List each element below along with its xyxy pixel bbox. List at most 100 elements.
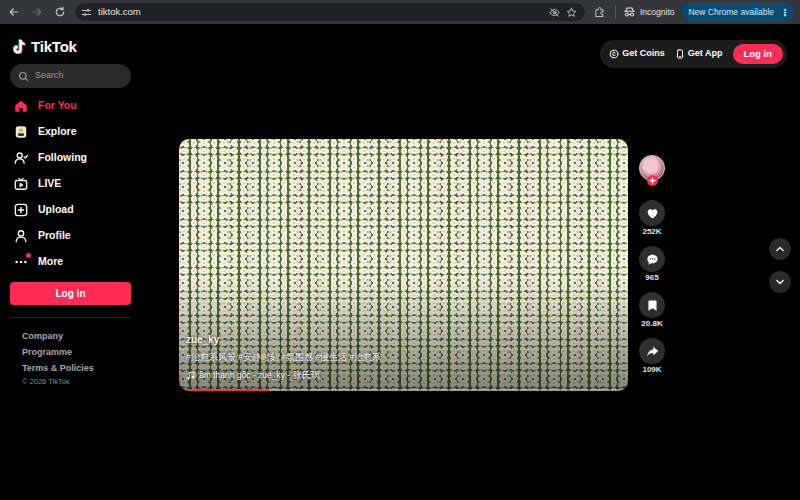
sidebar-item[interactable]: More: [10, 249, 131, 275]
author-avatar[interactable]: [639, 155, 665, 181]
get-app-label: Get App: [688, 47, 723, 61]
profile-icon: [14, 229, 28, 243]
sidebar-item[interactable]: LIVE: [10, 171, 131, 197]
video-stage: zue_ky #治愈系风景 #安静时刻 #氛围感 #慢生活 #治愈系 âm than…: [140, 139, 800, 391]
upload-icon: [14, 203, 28, 217]
sidebar-item-label: Explore: [38, 124, 77, 140]
sidebar-item-icon-holder: [14, 203, 28, 217]
footer-link[interactable]: Programme: [22, 344, 131, 360]
share-action: 109K: [639, 338, 665, 376]
progress-track[interactable]: [179, 389, 628, 391]
live-icon: [14, 177, 28, 191]
main-area: Get Coins Get App Log in zue_ky #治愈系风景 #安静时刻…: [140, 24, 800, 500]
like-button[interactable]: [639, 200, 665, 226]
like-icon: [646, 207, 659, 220]
video-info: zue_ky #治愈系风景 #安静时刻 #氛围感 #慢生活 #治愈系 âm than…: [186, 333, 568, 382]
share-icon: [646, 345, 659, 358]
action-count: 20.8K: [641, 318, 662, 330]
sidebar-item-label: More: [38, 254, 63, 270]
notification-dot: [26, 253, 31, 258]
chevron-up-icon: [775, 244, 785, 254]
browser-toolbar: tiktok.com Incognito New Chrome available ⋮: [0, 0, 800, 24]
star-icon[interactable]: [566, 7, 577, 18]
explore-icon: [14, 125, 28, 139]
coin-icon: [609, 49, 619, 59]
footer-link[interactable]: Terms & Policies: [22, 360, 131, 376]
header-actions: Get Coins Get App Log in: [600, 40, 787, 68]
search-box[interactable]: [10, 64, 131, 88]
chrome-menu-button[interactable]: ⋮: [780, 5, 790, 20]
video-actions: 252K 965 20.8K 109K: [637, 139, 667, 384]
sidebar-item[interactable]: Explore: [10, 119, 131, 145]
update-chrome-button[interactable]: New Chrome available ⋮: [681, 3, 794, 21]
search-input[interactable]: [35, 69, 123, 83]
sidebar-item-icon-holder: [14, 151, 28, 165]
toolbar-separator: [615, 5, 616, 19]
site-settings-icon[interactable]: [81, 7, 92, 18]
feed-navigation: [769, 238, 791, 293]
forward-icon[interactable]: [29, 4, 45, 20]
like-action: 252K: [639, 200, 665, 238]
update-label: New Chrome available: [688, 6, 774, 19]
get-coins-button[interactable]: Get Coins: [609, 47, 665, 61]
header-login-button[interactable]: Log in: [733, 44, 784, 64]
home-icon: [14, 99, 28, 113]
sidebar-item-label: Profile: [38, 228, 71, 244]
reload-icon[interactable]: [52, 4, 68, 20]
sidebar-item[interactable]: Following: [10, 145, 131, 171]
top-header: Get Coins Get App Log in: [140, 24, 800, 68]
phone-icon: [675, 49, 685, 59]
action-count: 109K: [642, 364, 661, 376]
incognito-label: Incognito: [640, 6, 675, 19]
sidebar-item-label: Upload: [38, 202, 74, 218]
comment-icon: [646, 253, 659, 266]
progress-fill: [179, 389, 269, 391]
sidebar-item-label: Following: [38, 150, 87, 166]
sidebar-item[interactable]: Upload: [10, 197, 131, 223]
bookmark-icon: [646, 299, 659, 312]
incognito-indicator[interactable]: Incognito: [623, 6, 675, 19]
video-caption: #治愈系风景 #安静时刻 #氛围感 #慢生活 #治愈系: [186, 351, 568, 364]
action-count: 965: [645, 272, 658, 284]
sidebar-item[interactable]: For You: [10, 93, 131, 119]
tiktok-note-icon: [12, 38, 28, 56]
extensions-icon[interactable]: [592, 4, 608, 20]
sidebar-item-icon-holder: [14, 177, 28, 191]
bookmark-action: 20.8K: [639, 292, 665, 330]
back-icon[interactable]: [6, 4, 22, 20]
sidebar: TikTok For You Explore Following LIVE Upload P…: [0, 24, 140, 500]
next-video-button[interactable]: [769, 271, 791, 293]
sidebar-item-label: For You: [38, 98, 77, 114]
video-music[interactable]: âm thanh gốc - zue_ky - 张氏琪: [186, 369, 568, 382]
sidebar-item-icon-holder: [14, 255, 28, 269]
comment-action: 965: [639, 246, 665, 284]
logo-text: TikTok: [31, 36, 77, 59]
plus-icon: [647, 175, 658, 186]
sidebar-item-label: LIVE: [38, 176, 61, 192]
login-button[interactable]: Log in: [10, 282, 131, 305]
share-button[interactable]: [639, 338, 665, 364]
incognito-icon: [623, 6, 636, 18]
comment-button[interactable]: [639, 246, 665, 272]
bookmark-button[interactable]: [639, 292, 665, 318]
url-text[interactable]: tiktok.com: [98, 5, 141, 19]
previous-video-button[interactable]: [769, 238, 791, 260]
sidebar-item[interactable]: Profile: [10, 223, 131, 249]
get-coins-label: Get Coins: [622, 47, 665, 61]
follow-button[interactable]: [647, 175, 658, 186]
get-app-button[interactable]: Get App: [675, 47, 723, 61]
video-player[interactable]: zue_ky #治愈系风景 #安静时刻 #氛围感 #慢生活 #治愈系 âm than…: [179, 139, 628, 391]
footer-link[interactable]: Company: [22, 328, 131, 344]
sidebar-item-icon-holder: [14, 99, 28, 113]
tiktok-logo[interactable]: TikTok: [10, 38, 131, 56]
footer-link[interactable]: © 2026 TikTok: [22, 376, 131, 388]
following-icon: [14, 151, 28, 165]
music-label: âm thanh gốc - zue_ky - 张氏琪: [199, 369, 320, 382]
video-author[interactable]: zue_ky: [186, 333, 568, 347]
sidebar-menu: For You Explore Following LIVE Upload Profile…: [10, 93, 131, 275]
tiktok-app: TikTok For You Explore Following LIVE Upload P…: [0, 24, 800, 500]
address-bar[interactable]: tiktok.com: [75, 3, 585, 21]
action-count: 252K: [642, 226, 661, 238]
eye-off-icon[interactable]: [549, 7, 560, 18]
sidebar-item-icon-holder: [14, 125, 28, 139]
